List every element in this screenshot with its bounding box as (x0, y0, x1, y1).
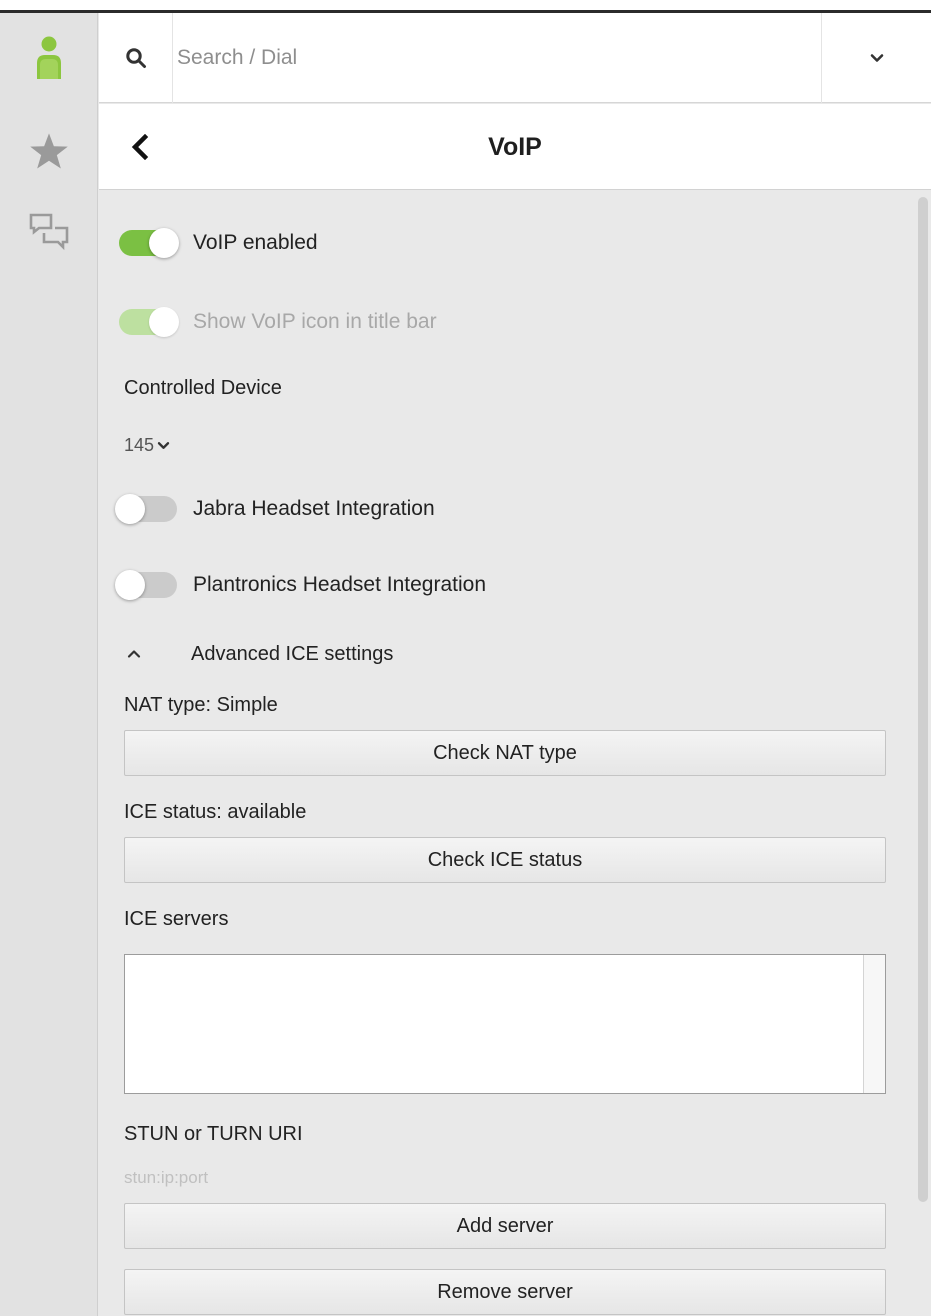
chevron-up-icon (127, 649, 163, 659)
show-voip-icon-toggle (119, 307, 179, 337)
search-bar (99, 13, 931, 103)
page-title: VoIP (488, 133, 542, 161)
plantronics-label: Plantronics Headset Integration (193, 573, 487, 596)
nav-item-presence[interactable] (0, 27, 98, 87)
voip-enabled-toggle[interactable] (119, 228, 179, 258)
nav-item-chat[interactable] (0, 203, 98, 263)
back-button[interactable] (113, 120, 167, 174)
toggle-knob (149, 228, 179, 258)
jabra-label: Jabra Headset Integration (193, 497, 435, 520)
nat-type-text: NAT type: Simple (124, 694, 278, 716)
ice-servers-label: ICE servers (124, 908, 229, 930)
check-ice-status-button[interactable]: Check ICE status (124, 837, 886, 883)
star-icon (30, 133, 68, 169)
plantronics-row: Plantronics Headset Integration (115, 563, 487, 607)
search-input[interactable] (177, 35, 817, 81)
search-icon (125, 48, 146, 68)
ice-servers-scrollbar[interactable] (863, 955, 885, 1093)
stun-turn-uri-label: STUN or TURN URI (124, 1123, 303, 1145)
left-nav-bar (0, 13, 98, 1316)
chevron-down-icon (157, 441, 170, 449)
show-voip-icon-label: Show VoIP icon in title bar (193, 310, 437, 333)
plantronics-toggle[interactable] (115, 570, 177, 600)
ice-status-text: ICE status: available (124, 801, 307, 823)
controlled-device-select[interactable]: 145 (124, 431, 170, 459)
voip-enabled-row: VoIP enabled (119, 221, 318, 265)
ice-servers-list[interactable] (124, 954, 886, 1094)
nav-item-favorites[interactable] (0, 122, 98, 182)
chevron-down-icon (870, 54, 883, 62)
settings-scrollbar-thumb[interactable] (918, 197, 928, 1202)
main-panel: VoIP VoIP enabled Show VoIP icon in titl… (99, 13, 931, 1316)
jabra-row: Jabra Headset Integration (115, 487, 435, 531)
check-nat-type-button[interactable]: Check NAT type (124, 730, 886, 776)
user-presence-icon (37, 36, 61, 79)
remove-server-button[interactable]: Remove server (124, 1269, 886, 1315)
settings-scrollbar[interactable] (915, 191, 931, 1316)
chevron-left-icon (131, 134, 149, 160)
page-header: VoIP (99, 104, 931, 190)
advanced-ice-label: Advanced ICE settings (191, 642, 394, 665)
add-server-button[interactable]: Add server (124, 1203, 886, 1249)
dial-dropdown-button[interactable] (821, 13, 931, 103)
settings-content: VoIP enabled Show VoIP icon in title bar… (99, 191, 931, 1316)
voip-enabled-label: VoIP enabled (193, 231, 318, 254)
chat-bubbles-icon (29, 213, 69, 251)
search-icon-container[interactable] (99, 13, 173, 103)
show-voip-icon-row: Show VoIP icon in title bar (119, 300, 437, 344)
window-top-border (0, 0, 931, 13)
controlled-device-value: 145 (124, 434, 155, 455)
advanced-ice-toggle[interactable]: Advanced ICE settings (127, 637, 393, 671)
stun-turn-uri-input[interactable] (124, 1161, 624, 1195)
jabra-toggle[interactable] (115, 494, 177, 524)
controlled-device-label: Controlled Device (124, 377, 282, 399)
toggle-knob (149, 307, 179, 337)
toggle-knob (115, 570, 145, 600)
toggle-knob (115, 494, 145, 524)
